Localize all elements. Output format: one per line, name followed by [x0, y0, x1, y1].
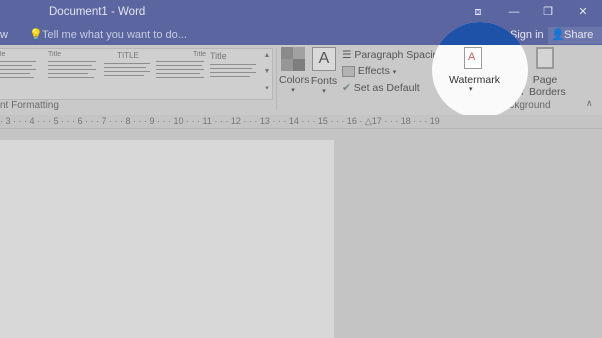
- person-icon: 👤: [551, 29, 565, 41]
- page-borders-icon: [536, 47, 554, 69]
- tell-me-input[interactable]: Tell me what you want to do...: [42, 29, 187, 41]
- fonts-button[interactable]: A Fonts ▾: [310, 47, 338, 95]
- watermark-icon: A: [464, 47, 482, 69]
- group-label-document-formatting: nt Formatting: [0, 100, 59, 111]
- share-label: Share: [564, 29, 594, 41]
- lightbulb-icon: 💡: [29, 29, 43, 41]
- page-borders-label: Page: [532, 74, 558, 86]
- gallery-more-icon[interactable]: ▾: [263, 84, 271, 92]
- watermark-spotlight: A Watermark ▾: [432, 22, 528, 118]
- tab-view[interactable]: w: [0, 29, 8, 41]
- style-thumb[interactable]: le: [0, 51, 40, 97]
- close-icon[interactable]: ✕: [574, 4, 592, 20]
- page-borders-button[interactable]: Page Borders: [529, 47, 566, 98]
- effects-icon: [342, 65, 355, 77]
- share-button[interactable]: 👤 Share: [548, 27, 602, 44]
- checkmark-icon: ✔: [342, 82, 351, 94]
- fonts-icon: A: [312, 47, 336, 71]
- colors-label: Colors: [279, 74, 310, 86]
- horizontal-ruler[interactable]: · 3 · · · 4 · · · 5 · · · 6 · · · 7 · · …: [0, 115, 602, 129]
- paragraph-spacing-label: Paragraph Spacing: [354, 49, 445, 61]
- minimize-icon[interactable]: —: [505, 4, 523, 20]
- set-as-default-button[interactable]: ✔ Set as Default: [342, 82, 420, 94]
- style-thumb-label: Title: [193, 51, 206, 58]
- ribbon-display-options-icon[interactable]: ⧈: [469, 4, 487, 20]
- style-thumb[interactable]: Title: [48, 51, 100, 97]
- separator: [276, 48, 277, 110]
- fonts-label: Fonts: [310, 75, 338, 87]
- dropdown-icon[interactable]: ▾: [469, 85, 473, 93]
- dropdown-icon: ▾: [392, 69, 397, 76]
- collapse-ribbon-icon[interactable]: ∧: [586, 98, 593, 109]
- effects-label: Effects: [357, 65, 390, 77]
- gallery-up-icon[interactable]: ▲: [263, 52, 271, 59]
- style-set-gallery[interactable]: le Title TITLE Title Title ▲ ▼ ▾: [0, 48, 273, 100]
- window-title: Document1 - Word: [49, 6, 146, 18]
- colors-button[interactable]: Colors ▾: [279, 47, 310, 94]
- effects-button[interactable]: Effects ▾: [342, 65, 396, 77]
- style-thumb[interactable]: TITLE: [104, 51, 152, 97]
- color-palette-icon: [281, 47, 305, 71]
- restore-icon[interactable]: ❐: [539, 4, 557, 20]
- page-borders-label: Borders: [529, 86, 566, 98]
- style-thumb-label: Title: [210, 51, 227, 61]
- set-as-default-label: Set as Default: [353, 82, 420, 94]
- style-thumb[interactable]: Title: [156, 51, 206, 97]
- paragraph-spacing-icon: ☰: [342, 49, 352, 61]
- style-thumb-label: TITLE: [117, 51, 139, 60]
- spotlight-accent: [432, 22, 528, 45]
- style-thumb-label: Title: [48, 51, 61, 58]
- dropdown-icon: ▾: [291, 87, 295, 94]
- watermark-button[interactable]: Watermark: [449, 74, 500, 86]
- style-thumb-label: le: [0, 51, 6, 58]
- document-page[interactable]: [0, 140, 334, 338]
- dropdown-icon: ▾: [322, 88, 326, 95]
- ruler-marks: · 3 · · · 4 · · · 5 · · · 6 · · · 7 · · …: [0, 116, 440, 126]
- style-thumb[interactable]: Title: [210, 51, 260, 97]
- gallery-down-icon[interactable]: ▼: [263, 68, 271, 75]
